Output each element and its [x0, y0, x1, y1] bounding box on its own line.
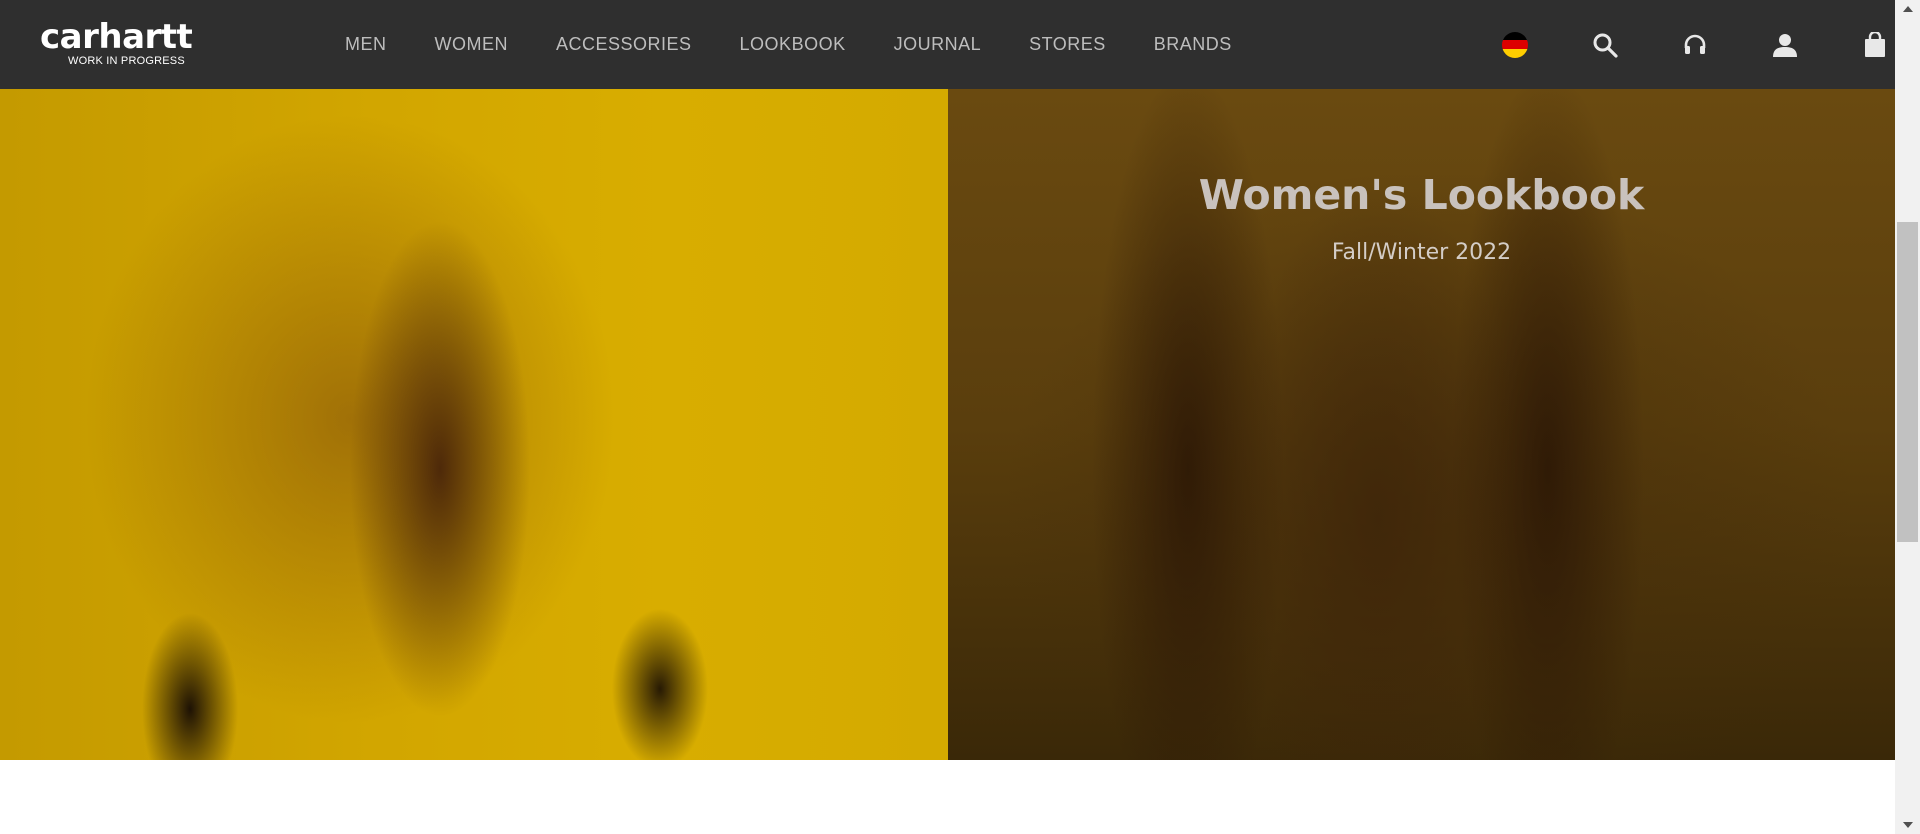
scroll-down-arrow-icon[interactable]	[1895, 816, 1920, 834]
nav-item-women[interactable]: WOMEN	[435, 34, 509, 55]
header-actions	[1470, 0, 1920, 89]
lookbook-subtitle: Fall/Winter 2022	[1331, 240, 1512, 265]
country-selector-button[interactable]	[1470, 25, 1560, 65]
carhartt-logo[interactable]: carhartt WORK IN PROGRESS	[40, 20, 230, 68]
nav-item-men[interactable]: MEN	[345, 34, 387, 55]
headset-icon	[1684, 34, 1706, 54]
main-navigation: MEN WOMEN ACCESSORIES LOOKBOOK JOURNAL S…	[345, 0, 1280, 89]
nav-item-stores[interactable]: STORES	[1029, 34, 1106, 55]
search-icon	[1593, 33, 1618, 58]
mens-lookbook-image[interactable]	[0, 89, 948, 760]
user-icon	[1773, 33, 1797, 57]
nav-item-accessories[interactable]: ACCESSORIES	[556, 34, 692, 55]
scrollbar-thumb[interactable]	[1897, 222, 1918, 542]
nav-item-journal[interactable]: JOURNAL	[894, 34, 982, 55]
nav-item-brands[interactable]: BRANDS	[1154, 34, 1232, 55]
logo-wordmark: carhartt	[40, 17, 193, 57]
cart-button[interactable]	[1830, 25, 1920, 65]
customer-service-button[interactable]	[1650, 25, 1740, 65]
search-button[interactable]	[1560, 25, 1650, 65]
germany-flag-icon	[1502, 31, 1528, 58]
page-scrollbar[interactable]	[1895, 0, 1920, 834]
account-button[interactable]	[1740, 25, 1830, 65]
shopping-bag-icon	[1865, 31, 1885, 57]
logo-tagline: WORK IN PROGRESS	[68, 55, 185, 67]
lookbook-title: Women's Lookbook	[1198, 171, 1645, 219]
womens-lookbook-panel[interactable]: Women's Lookbook Fall/Winter 2022	[948, 89, 1895, 760]
site-header: carhartt WORK IN PROGRESS MEN WOMEN ACCE…	[0, 0, 1895, 89]
nav-item-lookbook[interactable]: LOOKBOOK	[740, 34, 846, 55]
